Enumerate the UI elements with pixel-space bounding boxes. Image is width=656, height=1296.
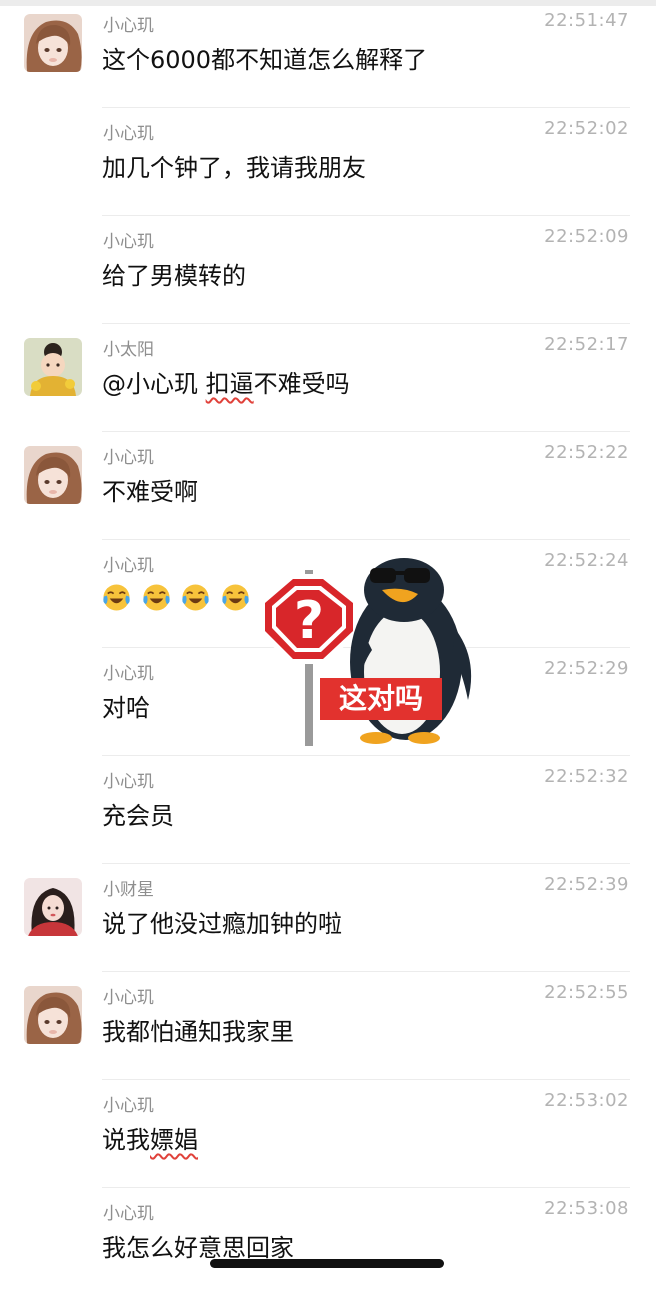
message-time: 22:52:32 xyxy=(544,766,629,787)
svg-text:?: ? xyxy=(294,591,324,651)
message-text: 这个6000都不知道怎么解释了 xyxy=(102,46,428,74)
message-text: 不难受啊 xyxy=(102,478,198,506)
message-text: 对哈 xyxy=(102,694,150,722)
chat-message[interactable]: 小财星 22:52:39 说了他没过瘾加钟的啦 xyxy=(0,864,656,972)
message-text: 充会员 xyxy=(102,802,174,830)
crying-laughing-emoji-icon xyxy=(142,583,170,611)
sender-name: 小太阳 xyxy=(103,340,154,360)
crying-laughing-emoji-icon xyxy=(182,583,209,611)
avatar-brown-hair-girl[interactable] xyxy=(24,986,82,1044)
chat-message[interactable]: 小心玑 22:51:47 这个6000都不知道怎么解释了 xyxy=(0,0,656,108)
message-text: 我都怕通知我家里 xyxy=(102,1018,294,1046)
red-underlined-word: 扣逼 xyxy=(205,370,254,398)
message-text-prefix: 说我 xyxy=(102,1126,150,1154)
message-time: 22:52:24 xyxy=(544,550,629,571)
message-time: 22:52:02 xyxy=(544,118,629,139)
sender-name: 小心玑 xyxy=(103,556,154,576)
sticker-caption: 这对吗 xyxy=(338,682,423,715)
message-time: 22:52:09 xyxy=(544,226,629,247)
message-time: 22:52:29 xyxy=(544,658,629,679)
message-text: 说我嫖娼 xyxy=(102,1120,198,1155)
sender-name: 小心玑 xyxy=(103,124,154,144)
message-time: 22:52:55 xyxy=(544,982,629,1003)
message-time: 22:52:39 xyxy=(544,874,629,895)
sender-name: 小心玑 xyxy=(103,988,154,1008)
red-underlined-word: 嫖娼 xyxy=(150,1126,198,1154)
avatar-brown-hair-girl[interactable] xyxy=(24,446,82,504)
sender-name: 小心玑 xyxy=(103,448,154,468)
avatar-dark-hair-girl[interactable] xyxy=(24,878,82,936)
mention[interactable]: @小心玑 xyxy=(102,370,206,398)
message-text: @小心玑 扣逼不难受吗 xyxy=(102,364,350,399)
chat-message[interactable]: 小心玑 22:53:02 说我嫖娼 xyxy=(0,1080,656,1188)
sender-name: 小心玑 xyxy=(103,1204,154,1224)
avatar-brown-hair-girl[interactable] xyxy=(24,14,82,72)
message-text: 说了他没过瘾加钟的啦 xyxy=(102,910,342,938)
chat-message[interactable]: 小心玑 22:52:22 不难受啊 xyxy=(0,432,656,540)
message-time: 22:52:22 xyxy=(544,442,629,463)
sender-name: 小心玑 xyxy=(103,232,154,252)
crying-laughing-emoji-icon xyxy=(103,583,130,611)
sender-name: 小心玑 xyxy=(103,16,154,36)
message-time: 22:53:08 xyxy=(544,1198,629,1219)
home-indicator[interactable] xyxy=(210,1259,444,1268)
message-text: 加几个钟了，我请我朋友 xyxy=(102,154,366,182)
crying-laughing-emoji-icon xyxy=(222,583,249,611)
penguin-sticker: ? 这对吗 xyxy=(256,550,488,746)
chat-message[interactable]: 小心玑 22:52:09 给了男模转的 xyxy=(0,216,656,324)
avatar-child-with-flowers[interactable] xyxy=(24,338,82,396)
chat-message[interactable]: 小心玑 22:52:55 我都怕通知我家里 xyxy=(0,972,656,1080)
chat-message[interactable]: 小太阳 22:52:17 @小心玑 扣逼不难受吗 xyxy=(0,324,656,432)
message-time: 22:53:02 xyxy=(544,1090,629,1111)
emoji-row xyxy=(102,582,253,612)
chat-message[interactable]: 小心玑 22:52:02 加几个钟了，我请我朋友 xyxy=(0,108,656,216)
message-text: 我怎么好意思回家 xyxy=(102,1234,294,1262)
sender-name: 小财星 xyxy=(103,880,154,900)
message-time: 22:52:17 xyxy=(544,334,629,355)
message-text-rest: 不难受吗 xyxy=(253,370,350,398)
sender-name: 小心玑 xyxy=(103,1096,154,1116)
message-text: 给了男模转的 xyxy=(102,262,246,290)
message-time: 22:51:47 xyxy=(544,10,629,31)
chat-message[interactable]: 小心玑 22:52:32 充会员 xyxy=(0,756,656,864)
sender-name: 小心玑 xyxy=(103,664,154,684)
sender-name: 小心玑 xyxy=(103,772,154,792)
